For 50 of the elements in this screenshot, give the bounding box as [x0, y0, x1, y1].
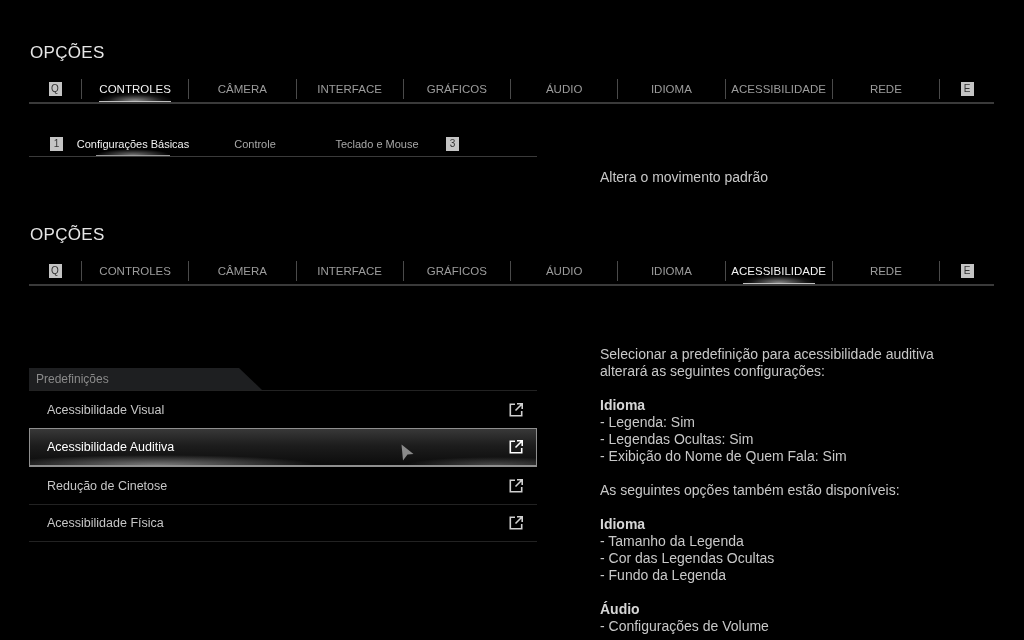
preset-row[interactable]: Redução de Cinetose [29, 466, 537, 504]
section-header-label: Predefinições [36, 372, 109, 386]
external-link-icon [509, 478, 523, 493]
keycap: 1 [50, 137, 63, 151]
keycap: 3 [446, 137, 459, 151]
keycap: Q [48, 82, 62, 96]
setting-item: - Tamanho da Legenda [600, 533, 745, 550]
setting-item: - Legendas Ocultas: Sim [600, 431, 755, 448]
keycap: Q [48, 264, 62, 278]
tab[interactable]: ÁUDIO [511, 258, 618, 284]
preset-row[interactable]: Acessibilidade Física [29, 504, 537, 542]
tab[interactable]: ACESSIBILIDADE [725, 76, 832, 102]
setting-item: - Legenda: Sim [600, 414, 696, 431]
description-text: As seguintes opções também estão disponíveis: [600, 482, 901, 499]
external-link-icon [509, 402, 523, 417]
tab[interactable]: ÁUDIO [511, 76, 618, 102]
mouse-cursor-icon [401, 444, 414, 461]
external-link-icon [509, 516, 523, 530]
sub-tab[interactable]: Configurações Básicas [72, 132, 194, 156]
description-text: Altera o movimento padrão [600, 169, 770, 186]
setting-item: - Fundo da Legenda [600, 567, 728, 584]
tab[interactable]: REDE [832, 258, 939, 284]
tab[interactable]: CÂMERA [189, 258, 296, 284]
tab[interactable]: INTERFACE [296, 76, 403, 102]
section-heading: Idioma [600, 516, 647, 533]
preset-row[interactable]: Acessibilidade Auditiva [29, 428, 537, 466]
section-heading: Idioma [600, 397, 647, 414]
description-text: Selecionar a predefinição para acessibilidade auditiva alterará as seguintes configurações: [600, 346, 935, 380]
tab[interactable]: REDE [832, 76, 939, 102]
tab[interactable]: CONTROLES [82, 258, 189, 284]
tab[interactable]: CONTROLES [82, 76, 189, 102]
keycap: E [960, 82, 974, 96]
tab[interactable]: CÂMERA [189, 76, 296, 102]
sub-tab[interactable]: Teclado e Mouse [316, 132, 438, 156]
tab[interactable]: IDIOMA [618, 258, 725, 284]
setting-item: - Configurações de Volume [600, 618, 770, 635]
page-title: OPÇÕES [30, 42, 105, 64]
preset-row[interactable]: Acessibilidade Visual [29, 390, 537, 428]
keycap: E [960, 264, 974, 278]
setting-item: - Exibição do Nome de Quem Fala: Sim [600, 448, 848, 465]
page-title: OPÇÕES [30, 224, 105, 246]
tab[interactable]: INTERFACE [296, 258, 403, 284]
tab[interactable]: ACESSIBILIDADE [725, 258, 832, 284]
tab[interactable]: IDIOMA [618, 76, 725, 102]
external-link-icon [509, 440, 523, 454]
tab[interactable]: GRÁFICOS [403, 258, 510, 284]
sub-tab[interactable]: Controle [194, 132, 316, 156]
section-heading: Áudio [600, 601, 641, 618]
tab[interactable]: GRÁFICOS [403, 76, 510, 102]
setting-item: - Cor das Legendas Ocultas [600, 550, 776, 567]
